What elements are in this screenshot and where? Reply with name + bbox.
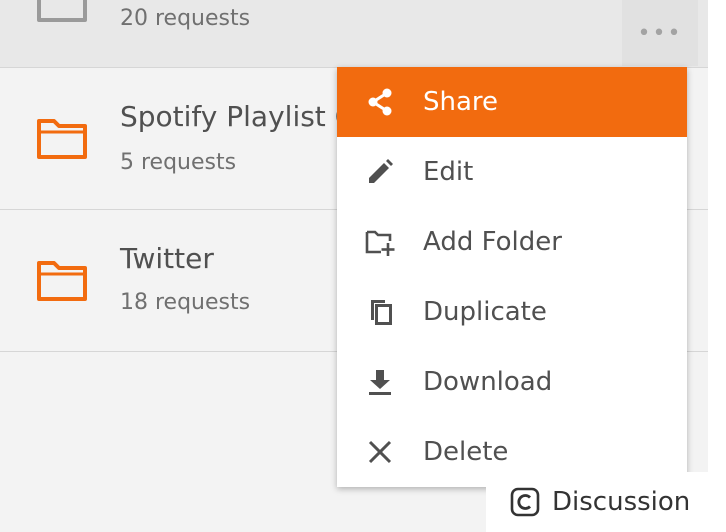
menu-item-label: Download [423,367,553,397]
menu-item-label: Delete [423,437,509,467]
collection-name: Spotify Playlist C [120,100,355,133]
close-icon [363,435,397,469]
menu-item-download[interactable]: Download [337,347,687,417]
menu-item-label: Duplicate [423,297,547,327]
collection-context-menu: Share Edit Add Folder Duplicate Download… [337,67,687,487]
menu-item-label: Edit [423,157,474,187]
folder-icon [37,0,87,22]
menu-item-label: Share [423,87,499,117]
copyright-c-icon [510,487,540,517]
discussion-label: Discussion [552,487,691,517]
add-folder-icon [363,225,397,259]
collection-name: Twitter [120,242,214,275]
pencil-icon [363,155,397,189]
menu-item-share[interactable]: Share [337,67,687,137]
duplicate-icon [363,295,397,329]
discussion-button[interactable]: Discussion [486,472,726,532]
folder-icon [37,119,87,159]
share-icon [363,85,397,119]
collection-row[interactable]: 20 requests ••• [0,0,708,68]
download-icon [363,365,397,399]
menu-item-duplicate[interactable]: Duplicate [337,277,687,347]
collection-request-count: 20 requests [120,6,251,31]
menu-item-edit[interactable]: Edit [337,137,687,207]
window-edge [708,0,726,532]
collection-request-count: 5 requests [120,150,237,175]
more-options-button[interactable]: ••• [622,0,698,66]
folder-icon [37,261,87,301]
menu-item-add-folder[interactable]: Add Folder [337,207,687,277]
menu-item-label: Add Folder [423,227,562,257]
collection-request-count: 18 requests [120,290,251,315]
